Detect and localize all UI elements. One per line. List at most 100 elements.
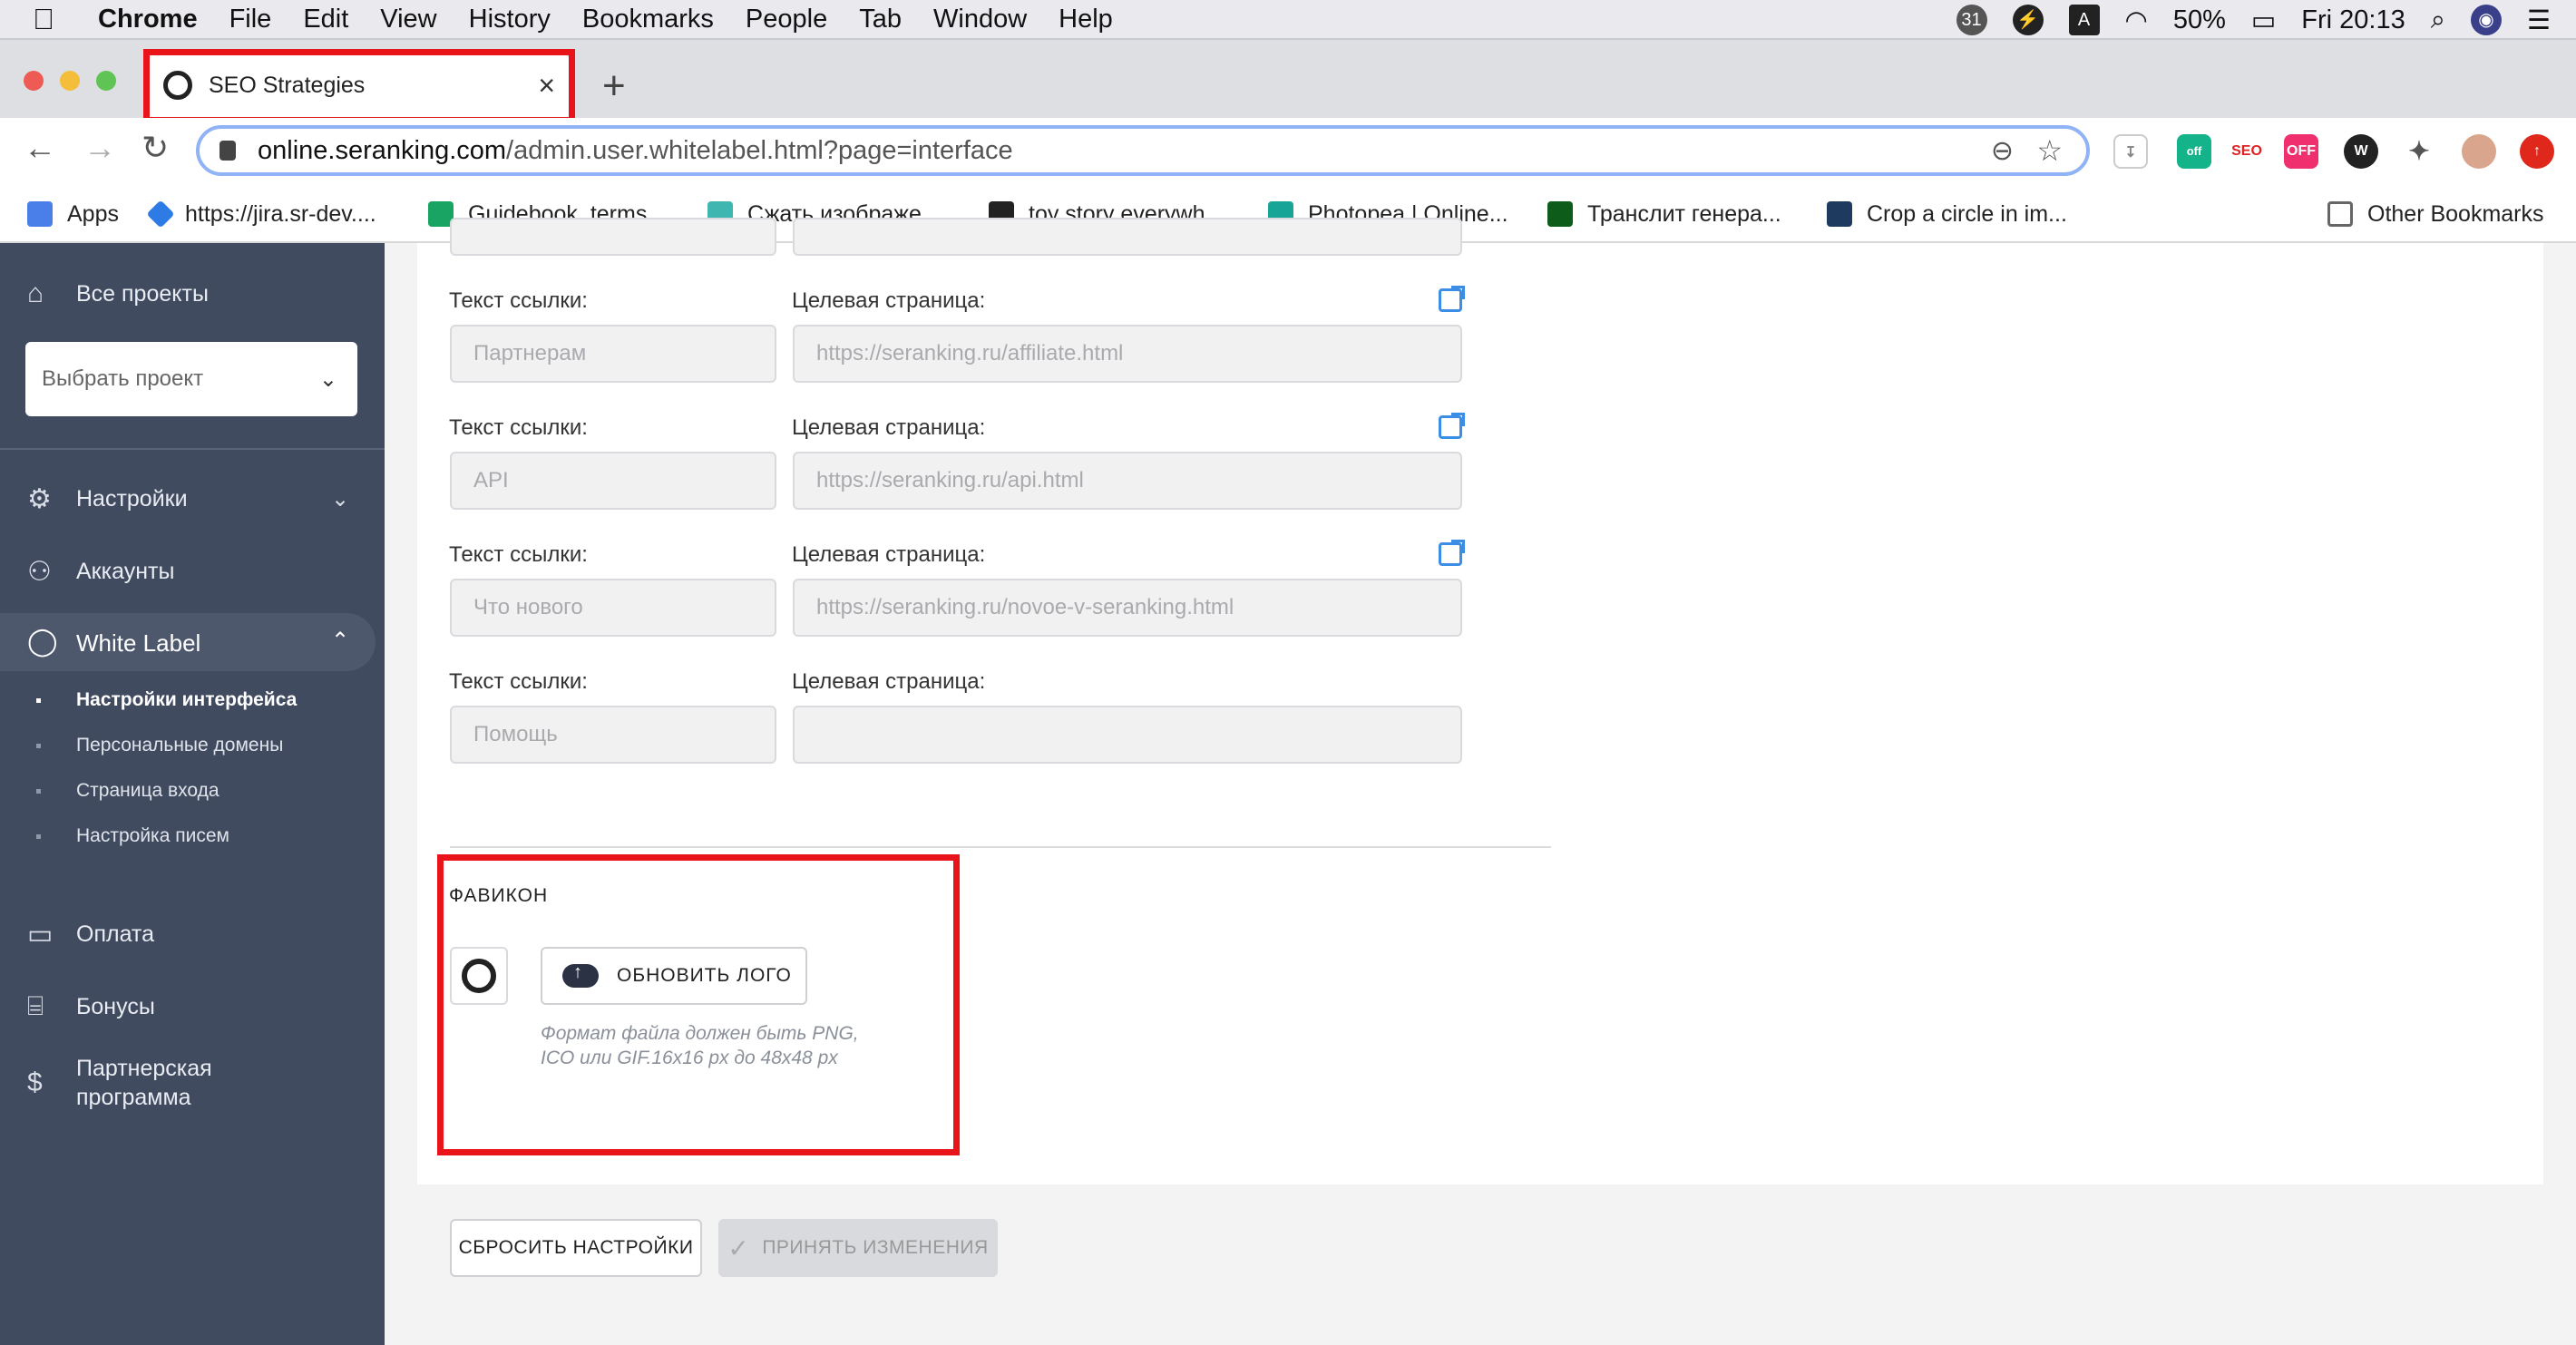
forward-icon[interactable]: → bbox=[83, 129, 116, 167]
bookmark-apps[interactable]: Apps bbox=[27, 194, 119, 234]
external-link-icon[interactable] bbox=[1439, 286, 1465, 312]
menu-view[interactable]: View bbox=[380, 5, 436, 34]
extensions-puzzle-icon[interactable]: ✦ bbox=[2402, 134, 2436, 169]
menu-edit[interactable]: Edit bbox=[303, 5, 348, 34]
sidebar-item-settings[interactable]: ⚙ Настройки ⌄ bbox=[0, 481, 385, 517]
new-tab-button[interactable]: + bbox=[602, 63, 626, 109]
link-text-label: Текст ссылки: bbox=[449, 415, 588, 440]
link-text-input[interactable]: Помощь bbox=[450, 706, 776, 764]
extension-download-icon[interactable]: ↧ bbox=[2113, 134, 2148, 169]
link-text-input[interactable]: API bbox=[450, 452, 776, 510]
menu-tab[interactable]: Tab bbox=[859, 5, 902, 34]
profile-avatar[interactable] bbox=[2462, 134, 2496, 169]
link-url-input[interactable]: https://seranking.ru/affiliate.html bbox=[793, 325, 1462, 383]
lightning-icon[interactable]: ⚡ bbox=[2012, 5, 2044, 35]
sidebar-item-all-projects[interactable]: ⌂ Все проекты bbox=[0, 276, 385, 312]
bookmark-jira[interactable]: https://jira.sr-dev.... bbox=[146, 194, 376, 234]
translit-icon bbox=[1547, 201, 1573, 227]
bookmark-star-icon[interactable]: ☆ bbox=[2036, 133, 2063, 168]
menubar-clock[interactable]: Fri 20:13 bbox=[2301, 5, 2405, 35]
sidebar-item-bonuses[interactable]: ⌸ Бонусы bbox=[0, 989, 385, 1025]
check-icon: ✓ bbox=[727, 1233, 750, 1262]
menu-help[interactable]: Help bbox=[1059, 5, 1113, 34]
menu-bookmarks[interactable]: Bookmarks bbox=[582, 5, 714, 34]
bookmark-label: Транслит генера... bbox=[1587, 200, 1781, 227]
sidebar-subitem-domains[interactable]: Персональные домены bbox=[76, 735, 283, 756]
sidebar-item-label: Оплата bbox=[76, 921, 154, 947]
external-link-icon[interactable] bbox=[1439, 413, 1465, 439]
sidebar-item-billing[interactable]: ▭ Оплата bbox=[0, 916, 385, 952]
wordpress-extension-icon[interactable]: W bbox=[2344, 134, 2378, 169]
menu-window[interactable]: Window bbox=[933, 5, 1027, 34]
link-text-input[interactable]: Партнерам bbox=[450, 325, 776, 383]
sidebar-item-label: Все проекты bbox=[76, 280, 209, 307]
sidebar-item-label: Аккаунты bbox=[76, 558, 175, 584]
zoom-icon[interactable]: ⊖ bbox=[1991, 135, 2014, 167]
reload-icon[interactable]: ↻ bbox=[141, 129, 169, 167]
chevron-down-icon: ⌄ bbox=[318, 366, 337, 392]
sidebar-item-white-label[interactable]: ◯ White Label ⌃ bbox=[0, 613, 376, 671]
seo-extension-icon[interactable]: SEO bbox=[2230, 134, 2264, 169]
close-window-button[interactable] bbox=[24, 71, 44, 91]
bookmark-label: Apps bbox=[67, 200, 119, 227]
battery-percent: 50% bbox=[2172, 5, 2226, 34]
link-text-label: Текст ссылки: bbox=[449, 542, 588, 567]
back-icon[interactable]: ← bbox=[24, 129, 56, 167]
link-url-input[interactable] bbox=[793, 706, 1462, 764]
favicon-highlight-frame bbox=[437, 854, 960, 1155]
bookmark-translit[interactable]: Транслит генера... bbox=[1547, 194, 1781, 234]
sidebar-item-partner[interactable]: $ Партнерская программа bbox=[0, 1047, 385, 1119]
reset-settings-button[interactable]: СБРОСИТЬ НАСТРОЙКИ bbox=[450, 1219, 702, 1277]
zoom-window-button[interactable] bbox=[96, 71, 116, 91]
sidebar-subitem-emails[interactable]: Настройка писем bbox=[76, 825, 229, 847]
languagetool-extension-icon[interactable]: OFF bbox=[2284, 134, 2318, 169]
control-center-icon[interactable]: ☰ bbox=[2527, 5, 2551, 36]
lock-icon[interactable] bbox=[220, 141, 236, 161]
link-url-input[interactable]: https://seranking.ru/novoe-v-seranking.h… bbox=[793, 579, 1462, 637]
apply-changes-button[interactable]: ✓ ПРИНЯТЬ ИЗМЕНЕНИЯ bbox=[718, 1219, 998, 1277]
other-bookmarks[interactable]: Other Bookmarks bbox=[2327, 194, 2544, 234]
chevron-down-icon: ⌄ bbox=[331, 486, 350, 512]
grammarly-off-badge: off bbox=[2186, 144, 2202, 158]
menu-app-name[interactable]: Chrome bbox=[98, 5, 198, 34]
grammarly-extension-icon[interactable]: off bbox=[2177, 134, 2211, 169]
url-path: /admin.user.whitelabel.html?page=interfa… bbox=[506, 135, 1013, 165]
link-text-input[interactable]: Что нового bbox=[450, 579, 776, 637]
battery-icon[interactable]: ▭ bbox=[2251, 5, 2276, 36]
update-chrome-icon[interactable]: ↑ bbox=[2520, 134, 2554, 169]
drop-icon: ◯ bbox=[27, 627, 58, 657]
input-source-icon[interactable]: A bbox=[2068, 5, 2100, 35]
apple-icon[interactable]:  bbox=[33, 3, 67, 36]
link-url-input[interactable] bbox=[793, 218, 1462, 256]
section-divider bbox=[450, 846, 1551, 848]
spotlight-search-icon[interactable]: ⌕ bbox=[2431, 5, 2445, 35]
sidebar-subitem-interface[interactable]: Настройки интерфейса bbox=[76, 689, 297, 711]
link-text-input[interactable] bbox=[450, 218, 776, 256]
bullet bbox=[36, 789, 41, 794]
external-link-icon[interactable] bbox=[1439, 540, 1465, 566]
bookmark-crop-circle[interactable]: Crop a circle in im... bbox=[1827, 194, 2067, 234]
address-bar[interactable]: online.seranking.com/admin.user.whitelab… bbox=[196, 125, 2090, 176]
chevron-up-icon: ⌃ bbox=[331, 629, 350, 653]
url-text[interactable]: online.seranking.com/admin.user.whitelab… bbox=[258, 136, 1013, 166]
menu-people[interactable]: People bbox=[746, 5, 827, 34]
wifi-icon[interactable]: ◠ bbox=[2125, 5, 2148, 36]
menu-file[interactable]: File bbox=[229, 5, 272, 34]
active-bullet bbox=[36, 698, 41, 703]
users-icon: ⚇ bbox=[27, 556, 52, 587]
menu-history[interactable]: History bbox=[469, 5, 551, 34]
sidebar-subitem-login-page[interactable]: Страница входа bbox=[76, 780, 220, 802]
notification-badge[interactable]: 31 bbox=[1956, 5, 1987, 35]
link-target-label: Целевая страница: bbox=[792, 415, 986, 440]
home-icon: ⌂ bbox=[27, 278, 44, 308]
macos-menubar:  Chrome File Edit View History Bookmark… bbox=[0, 0, 2576, 40]
tab-highlight-frame bbox=[143, 49, 575, 123]
sidebar-item-label: Партнерская программа bbox=[76, 1056, 212, 1110]
siri-icon[interactable]: ◉ bbox=[2471, 5, 2502, 35]
project-select[interactable]: Выбрать проект ⌄ bbox=[25, 342, 357, 416]
folder-icon bbox=[2327, 201, 2353, 227]
sidebar-item-accounts[interactable]: ⚇ Аккаунты bbox=[0, 553, 385, 590]
minimize-window-button[interactable] bbox=[60, 71, 80, 91]
link-url-input[interactable]: https://seranking.ru/api.html bbox=[793, 452, 1462, 510]
gift-icon: ⌸ bbox=[27, 991, 44, 1021]
